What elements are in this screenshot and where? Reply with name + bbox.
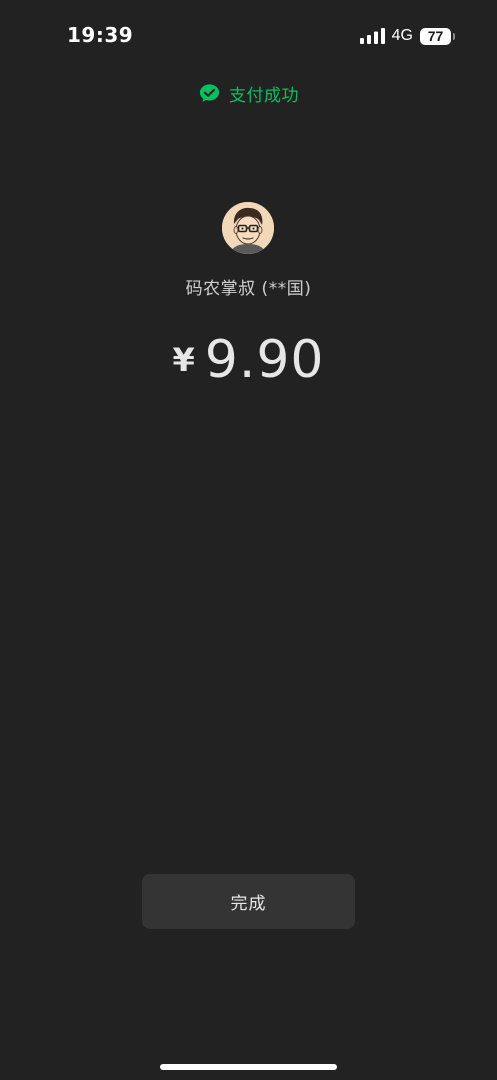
payee-name: 码农掌叔 (**国): [185, 279, 312, 299]
home-indicator[interactable]: [160, 1064, 337, 1070]
network-type-label: 4G: [391, 27, 413, 44]
payment-amount: ¥ 9.90: [0, 330, 497, 390]
battery-icon: 77: [420, 27, 455, 45]
avatar-cartoon-icon: [222, 202, 274, 254]
done-button-label: 完成: [230, 894, 267, 914]
signal-icon: [359, 28, 385, 44]
payee-avatar: [222, 202, 274, 254]
status-right-group: 4G 77: [359, 26, 455, 46]
payment-success-header: 支付成功: [0, 81, 497, 106]
currency-symbol: ¥: [172, 341, 195, 379]
battery-cap: [453, 32, 455, 40]
wechat-pay-check-icon: [199, 84, 220, 102]
status-time: 19:39: [67, 23, 134, 47]
battery-level: 77: [427, 27, 444, 44]
status-bar: 19:39 4G 77: [0, 0, 497, 72]
payment-success-text: 支付成功: [229, 86, 299, 106]
done-button[interactable]: 完成: [142, 874, 355, 929]
amount-value: 9.90: [204, 330, 325, 390]
